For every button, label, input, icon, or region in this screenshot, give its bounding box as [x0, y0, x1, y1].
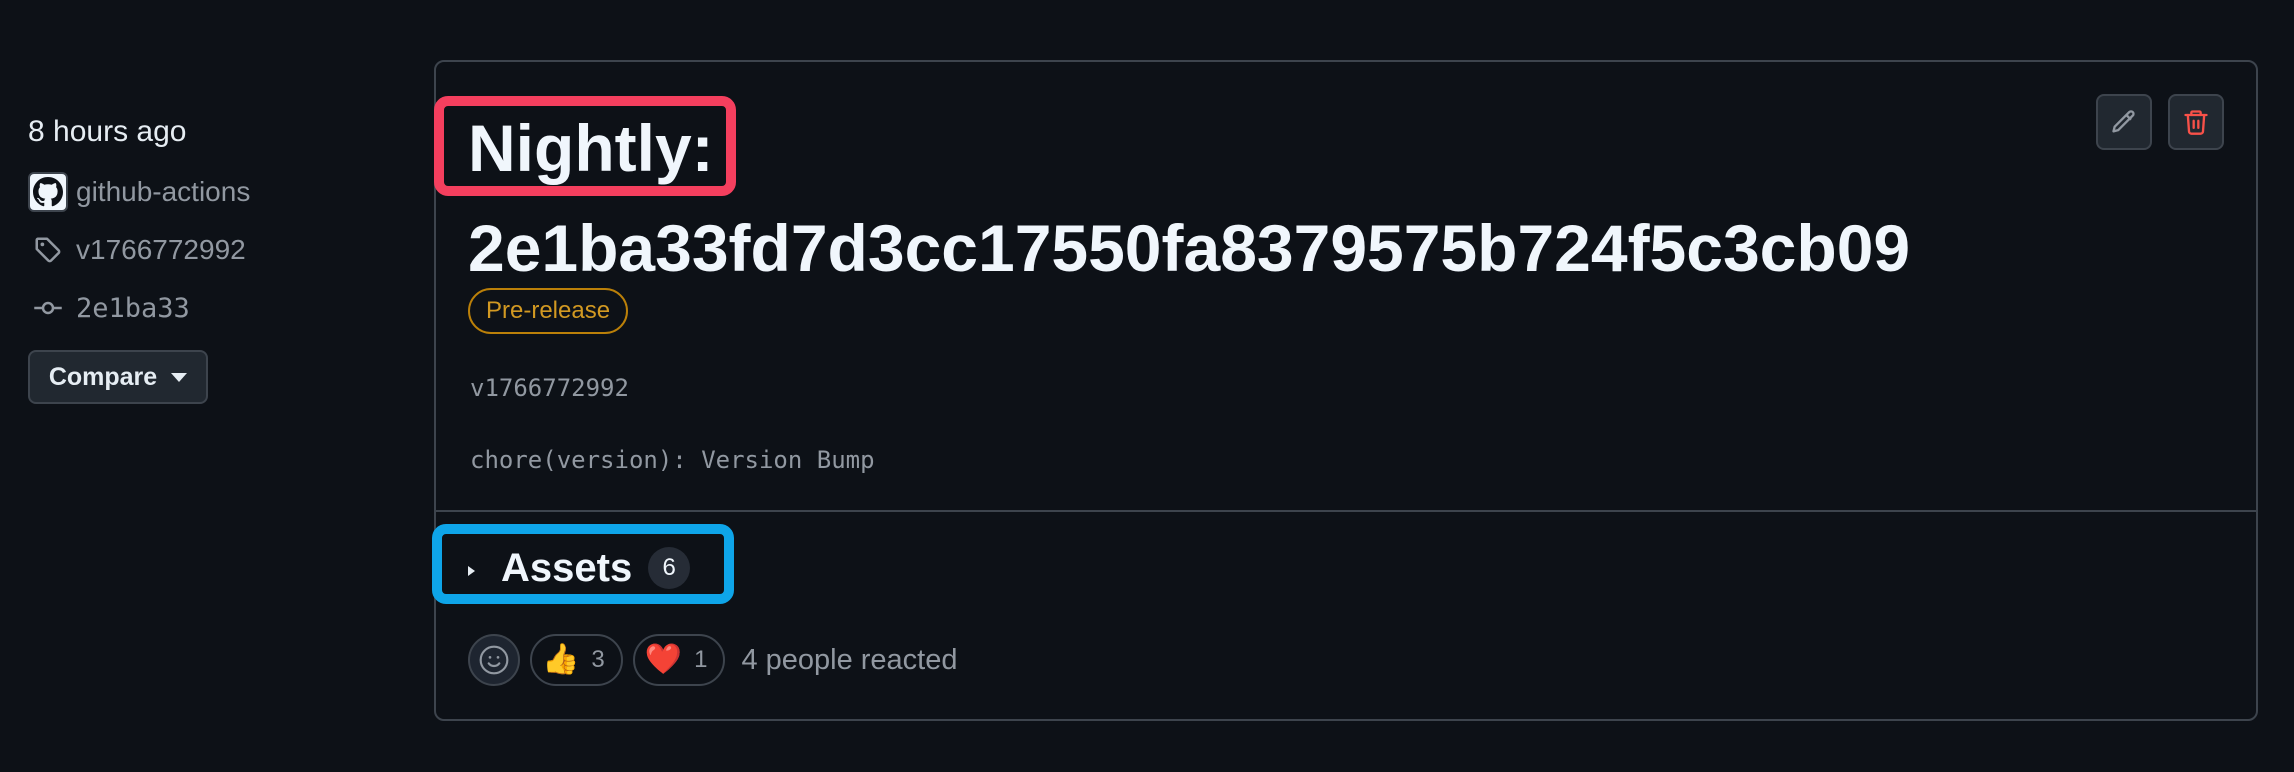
reaction-count: 1 — [694, 646, 708, 673]
compare-label: Compare — [48, 362, 158, 391]
chevron-down-icon — [171, 372, 188, 382]
compare-button[interactable]: Compare — [28, 350, 208, 404]
tag-icon — [28, 230, 68, 270]
delete-button[interactable] — [2168, 94, 2224, 150]
edit-button[interactable] — [2096, 94, 2152, 150]
title-highlight-box — [434, 96, 736, 196]
pencil-icon — [2112, 110, 2135, 133]
commit-sha[interactable]: 2e1ba33 — [76, 293, 190, 324]
release-body-commit-message: chore(version): Version Bump — [470, 446, 875, 474]
heart-icon: ❤️ — [644, 643, 683, 676]
reaction-count: 3 — [591, 646, 605, 673]
git-commit-icon — [28, 288, 68, 328]
prerelease-badge: Pre-release — [468, 288, 629, 334]
reactions-summary[interactable]: 4 people reacted — [741, 644, 957, 677]
reaction-heart[interactable]: ❤️ 1 — [632, 634, 726, 686]
release-card: Nightly: 2e1ba33fd7d3cc17550fa8379575b72… — [432, 60, 2258, 721]
release-time: 8 hours ago — [28, 115, 187, 148]
commit-row[interactable]: 2e1ba33 — [28, 286, 388, 330]
tag-row[interactable]: v1766772992 — [28, 228, 388, 272]
release-title-line2: 2e1ba33fd7d3cc17550fa8379575b724f5c3cb09 — [468, 211, 1911, 285]
release-body-version: v1766772992 — [470, 374, 629, 402]
tag-name[interactable]: v1766772992 — [76, 234, 246, 266]
add-reaction-button[interactable] — [468, 634, 520, 686]
smiley-icon — [479, 645, 509, 675]
github-logo-icon — [28, 172, 68, 212]
author-name[interactable]: github-actions — [76, 176, 250, 208]
author-row[interactable]: github-actions — [28, 170, 388, 214]
thumbs-up-icon: 👍 — [542, 643, 580, 676]
reaction-thumbs-up[interactable]: 👍 3 — [530, 634, 623, 686]
release-sidebar: 8 hours ago github-actions v1766772992 2… — [28, 108, 388, 404]
avatar — [28, 172, 68, 212]
trash-icon — [2184, 110, 2208, 135]
release-header: Nightly: 2e1ba33fd7d3cc17550fa8379575b72… — [434, 62, 2256, 512]
assets-highlight-box — [432, 524, 734, 604]
reactions-bar: 👍 3 ❤️ 1 4 people reacted — [468, 634, 958, 686]
